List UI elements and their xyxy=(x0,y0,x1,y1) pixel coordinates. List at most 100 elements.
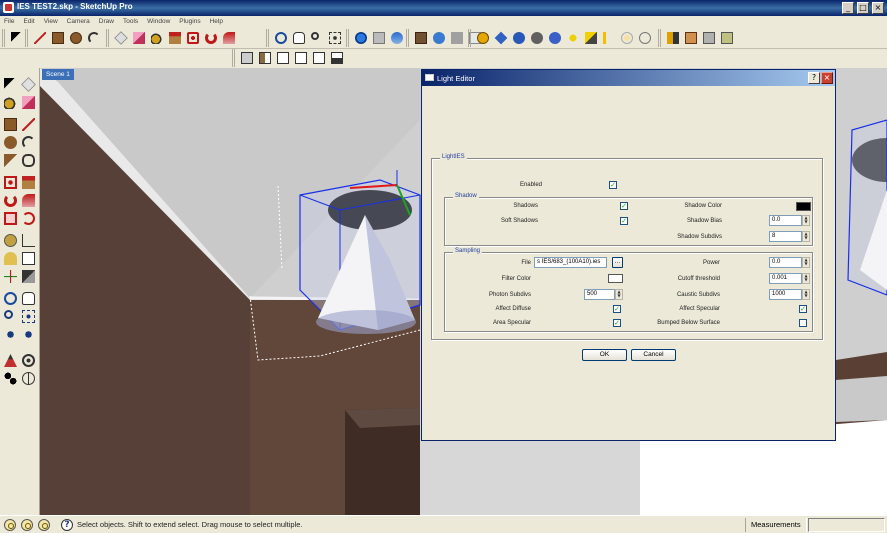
vray-help-icon[interactable] xyxy=(492,29,510,47)
move-icon[interactable] xyxy=(2,174,19,191)
pan-icon[interactable] xyxy=(290,29,308,47)
arc-icon[interactable] xyxy=(20,134,37,151)
top-view-icon[interactable] xyxy=(256,49,274,67)
circle-icon[interactable] xyxy=(2,134,19,151)
close-window-button[interactable]: × xyxy=(872,2,884,14)
vray-fur-icon[interactable] xyxy=(636,29,654,47)
menu-draw[interactable]: Draw xyxy=(95,16,119,27)
scale-icon[interactable] xyxy=(2,210,19,227)
rotate-icon[interactable] xyxy=(202,29,220,47)
cutoff-threshold-input[interactable]: 0.001 xyxy=(769,273,802,284)
menu-file[interactable]: File xyxy=(0,16,19,27)
cutoff-threshold-spinner[interactable]: ▲ ▼ xyxy=(802,273,810,284)
zoom-icon[interactable] xyxy=(308,29,326,47)
polygon-icon[interactable] xyxy=(2,152,19,169)
paint-bucket-icon[interactable] xyxy=(148,29,166,47)
box-open-icon[interactable] xyxy=(700,29,718,47)
caustic-subdivs-spinner[interactable]: ▲ ▼ xyxy=(802,289,810,300)
line-icon[interactable] xyxy=(20,116,37,133)
follow-me-icon[interactable] xyxy=(20,192,37,209)
shadow-icon[interactable] xyxy=(370,29,388,47)
shadow-subdivs-spinner[interactable]: ▲ ▼ xyxy=(802,231,810,242)
menu-edit[interactable]: Edit xyxy=(19,16,39,27)
credits-icon[interactable] xyxy=(21,519,33,531)
cancel-button[interactable]: Cancel xyxy=(631,349,676,361)
soft-shadows-checkbox[interactable]: ✓ xyxy=(620,217,628,225)
affect-specular-checkbox[interactable]: ✓ xyxy=(799,305,807,313)
user-icon[interactable] xyxy=(38,519,50,531)
zoom-extents-icon[interactable] xyxy=(2,326,19,343)
look-around-icon[interactable] xyxy=(20,352,37,369)
section-plane-icon[interactable] xyxy=(20,370,37,387)
tape-measure-icon[interactable] xyxy=(2,232,19,249)
zoom-window-icon[interactable] xyxy=(20,308,37,325)
back-view-icon[interactable] xyxy=(310,49,328,67)
menu-camera[interactable]: Camera xyxy=(63,16,95,27)
menu-plugins[interactable]: Plugins xyxy=(175,16,205,27)
spot-light-icon[interactable] xyxy=(528,29,546,47)
3d-text-icon[interactable] xyxy=(20,268,37,285)
photon-subdivs-input[interactable]: 500 xyxy=(584,289,615,300)
affect-diffuse-checkbox[interactable]: ✓ xyxy=(613,305,621,313)
eraser-icon[interactable] xyxy=(20,94,37,111)
scene-tab[interactable]: Scene 1 xyxy=(42,69,74,80)
export-icon[interactable] xyxy=(664,29,682,47)
select-icon[interactable] xyxy=(8,29,26,47)
pan-icon[interactable] xyxy=(20,290,37,307)
dialog-help-button[interactable]: ? xyxy=(808,72,820,84)
shadow-bias-spinner[interactable]: ▲ ▼ xyxy=(802,215,810,226)
vray-material-icon[interactable] xyxy=(448,29,466,47)
measurements-input[interactable] xyxy=(808,518,885,532)
push-pull-icon[interactable] xyxy=(166,29,184,47)
walk-icon[interactable] xyxy=(2,370,19,387)
geo-location-icon[interactable] xyxy=(4,519,16,531)
left-view-icon[interactable] xyxy=(328,49,346,67)
follow-me-icon[interactable] xyxy=(220,29,238,47)
push-pull-icon[interactable] xyxy=(20,174,37,191)
help-icon[interactable]: ? xyxy=(61,519,73,531)
protractor-icon[interactable] xyxy=(2,250,19,267)
browse-file-button[interactable]: ... xyxy=(612,257,623,268)
dimension-icon[interactable] xyxy=(20,232,37,249)
arc-icon[interactable] xyxy=(85,29,103,47)
paint-bucket-icon[interactable] xyxy=(2,94,19,111)
rectangle-icon[interactable] xyxy=(2,116,19,133)
shadows-checkbox[interactable]: ✓ xyxy=(620,202,628,210)
eraser-icon[interactable] xyxy=(130,29,148,47)
vray-proxy-icon[interactable] xyxy=(618,29,636,47)
front-view-icon[interactable] xyxy=(274,49,292,67)
dialog-close-button[interactable]: × xyxy=(821,72,833,84)
box-icon[interactable] xyxy=(682,29,700,47)
power-input[interactable]: 0.0 xyxy=(769,257,802,268)
photon-subdivs-spinner[interactable]: ▲ ▼ xyxy=(615,289,623,300)
position-camera-icon[interactable] xyxy=(2,352,19,369)
ok-button[interactable]: OK xyxy=(582,349,627,361)
zoom-icon[interactable] xyxy=(2,308,19,325)
zoom-extents-icon[interactable] xyxy=(326,29,344,47)
sphere-light-icon[interactable] xyxy=(564,29,582,47)
right-view-icon[interactable] xyxy=(292,49,310,67)
power-spinner[interactable]: ▲ ▼ xyxy=(802,257,810,268)
restore-button[interactable]: □ xyxy=(857,2,869,14)
ies-light-icon[interactable] xyxy=(546,29,564,47)
add-location-icon[interactable] xyxy=(352,29,370,47)
rectangle-icon[interactable] xyxy=(49,29,67,47)
circle-icon[interactable] xyxy=(67,29,85,47)
make-component-icon[interactable] xyxy=(112,29,130,47)
shadow-color-swatch[interactable] xyxy=(796,202,811,211)
fog-icon[interactable] xyxy=(388,29,406,47)
enabled-checkbox[interactable]: ✓ xyxy=(609,181,617,189)
vray-rt-icon[interactable] xyxy=(474,29,492,47)
select-icon[interactable] xyxy=(2,76,19,93)
menu-window[interactable]: Window xyxy=(143,16,175,27)
menu-help[interactable]: Help xyxy=(206,16,228,27)
freehand-icon[interactable] xyxy=(20,152,37,169)
previous-icon[interactable] xyxy=(20,326,37,343)
offset-icon[interactable] xyxy=(20,210,37,227)
line-icon[interactable] xyxy=(31,29,49,47)
make-component-icon[interactable] xyxy=(20,76,37,93)
warehouse-icon[interactable] xyxy=(412,29,430,47)
area-specular-checkbox[interactable]: ✓ xyxy=(613,319,621,327)
menu-tools[interactable]: Tools xyxy=(119,16,143,27)
orbit-icon[interactable] xyxy=(272,29,290,47)
